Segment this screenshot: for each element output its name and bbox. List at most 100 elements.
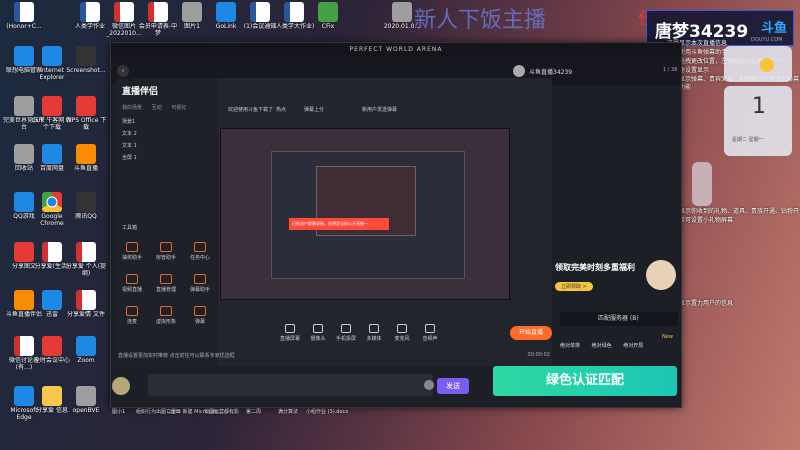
chat-input[interactable] — [148, 374, 433, 396]
emoji-icon[interactable] — [424, 380, 434, 390]
radio-green[interactable]: 绝对绿色 — [592, 343, 612, 349]
word-icon — [284, 2, 304, 22]
desktop-icon[interactable]: WPS Office 下载 — [64, 96, 108, 131]
gift-icon — [126, 242, 138, 252]
word-icon — [14, 2, 34, 22]
tab-interact[interactable]: 互动 — [152, 105, 162, 111]
orange-icon — [76, 144, 96, 164]
overlay-stream-title: 新人下饭主播 — [414, 8, 547, 33]
tool-danmu-helper[interactable]: 弹幕助手 — [188, 274, 212, 293]
avatar[interactable] — [112, 377, 130, 395]
desktop-icon[interactable]: 腾讯QQ — [64, 192, 108, 227]
word-icon — [250, 2, 270, 22]
desktop-icon[interactable]: 分享爱情 文件 — [64, 290, 108, 325]
scene-item[interactable]: 场景1 — [122, 118, 135, 125]
send-button[interactable]: 发送 — [437, 378, 469, 394]
tab-visual[interactable]: 可视化 — [171, 105, 186, 111]
promo-claim-button[interactable]: 立即领取 > — [555, 282, 593, 291]
mic-icon — [397, 324, 407, 333]
desktop-icon-label: Zoom — [77, 357, 95, 364]
taskbar-item[interactable]: 安国运营都有影 — [204, 408, 239, 415]
folder-icon — [42, 386, 62, 406]
blue-icon — [42, 144, 62, 164]
desktop-icon[interactable]: openBVE — [64, 386, 108, 421]
avatar[interactable] — [513, 65, 525, 77]
dark-icon — [76, 46, 96, 66]
pdf-icon — [76, 290, 96, 310]
video-icon — [126, 274, 138, 284]
back-icon[interactable]: ‹ — [117, 65, 129, 77]
tool-danmu[interactable]: 弹幕 — [188, 306, 212, 325]
red-icon — [76, 96, 96, 116]
header-field[interactable]: 热点 — [276, 106, 286, 113]
pdf-icon — [42, 242, 62, 262]
desktop-icon[interactable]: CFix — [306, 2, 350, 37]
taskbar-item[interactable]: 第二周 — [246, 408, 261, 415]
desktop-icon-label: openBVE — [72, 407, 100, 414]
desktop-icon[interactable]: (Honor+C... — [2, 2, 46, 37]
mascot-image — [646, 260, 676, 290]
pdf-icon — [114, 2, 134, 22]
douyu-logo: 斗鱼 — [760, 21, 787, 36]
desktop-icon-label: Screenshot... — [66, 67, 106, 74]
ctrl-mic[interactable]: 麦克风 — [390, 324, 414, 342]
new-badge: New — [662, 334, 673, 340]
red-icon — [42, 336, 62, 356]
desktop-icon[interactable]: 2020.01.0... — [380, 2, 424, 37]
tool-room-admin[interactable]: 房管助手 — [154, 242, 178, 261]
tool-lianmai[interactable]: 连麦 — [120, 306, 144, 325]
ctrl-camera[interactable]: 摄像头 — [306, 324, 330, 342]
tool-lottery[interactable]: 抽奖助手 — [120, 242, 144, 261]
phone-icon — [341, 324, 351, 333]
tool-avatar[interactable]: 虚拟形象 — [154, 306, 178, 325]
desktop-icon[interactable]: Zoom — [64, 336, 108, 371]
gray-icon — [182, 2, 202, 22]
header-field[interactable]: 新用户发送弹幕 — [362, 106, 397, 113]
desktop-icon[interactable]: 斗鱼直播 — [64, 144, 108, 179]
camera-icon — [313, 324, 323, 333]
dark-icon — [76, 192, 96, 212]
desktop-icon[interactable]: 分享爱 个人(提纲) — [64, 242, 108, 277]
speaker-icon — [425, 324, 435, 333]
status-text: 直播设置更加实时推荐 点击前往可以联系专家优选框 — [118, 353, 235, 359]
chat-icon — [194, 274, 206, 284]
calendar-number: 1 — [752, 94, 766, 119]
desktop-icon-label: 斗鱼直播 — [73, 165, 98, 172]
streaming-sidebar: 直播伴侣 我的场景 互动 可视化 场景1 文本 2 文本 1 全屏 1 工具箱 … — [116, 78, 220, 366]
start-live-button[interactable]: 开始直播 — [510, 326, 552, 340]
scene-item[interactable]: 文本 1 — [122, 142, 137, 149]
ctrl-phone[interactable]: 手机投屏 — [334, 324, 358, 342]
status-bar: 直播设置更加实时推荐 点击前往可以联系专家优选框 00:00:02 — [118, 352, 552, 364]
taskbar-item[interactable]: 小组作业 (3).docx — [306, 408, 348, 415]
desktop-icon-label: 腾讯QQ — [75, 213, 97, 220]
tool-live-manage[interactable]: 直播管理 — [154, 274, 178, 293]
preview-nested-screen — [271, 151, 465, 279]
server-select[interactable]: 匹配服务器 (B) — [560, 312, 678, 326]
ctrl-audio[interactable]: 音频声 — [418, 324, 442, 342]
weather-widget[interactable] — [724, 46, 792, 82]
header-field[interactable]: 弹幕上分 — [304, 106, 324, 113]
scene-item[interactable]: 全屏 1 — [122, 154, 137, 161]
radio-open[interactable]: 绝对开局 — [623, 343, 643, 349]
desktop-icon[interactable]: Screenshot... — [64, 46, 108, 81]
side-widget[interactable] — [692, 162, 712, 206]
match-button[interactable]: 绿色认证匹配 — [493, 366, 677, 396]
taskbar-item[interactable]: 满分算法 — [278, 408, 298, 415]
monitor-icon — [285, 324, 295, 333]
stream-preview[interactable] — [220, 128, 510, 300]
tool-task-center[interactable]: 任务中心 — [188, 242, 212, 261]
pdf-icon — [148, 2, 168, 22]
person-icon — [160, 306, 172, 316]
tool-video-live[interactable]: 视频直播 — [120, 274, 144, 293]
chrome-icon — [42, 192, 62, 212]
scene-item[interactable]: 文本 2 — [122, 130, 137, 137]
scene-tabs: 我的场景 互动 可视化 — [122, 104, 194, 111]
tab-my-scenes[interactable]: 我的场景 — [122, 105, 142, 111]
header-field[interactable]: 欢迎使用斗鱼下载了 — [228, 106, 273, 113]
ctrl-media[interactable]: 多媒体 — [362, 324, 386, 342]
ie-icon — [42, 46, 62, 66]
taskbar-item[interactable]: 图小1 — [112, 408, 125, 415]
ctrl-screen[interactable]: 直播屏幕 — [278, 324, 302, 342]
radio-solo[interactable]: 绝对单排 — [560, 343, 580, 349]
desktop-icon-label: (Honor+C... — [6, 23, 42, 30]
